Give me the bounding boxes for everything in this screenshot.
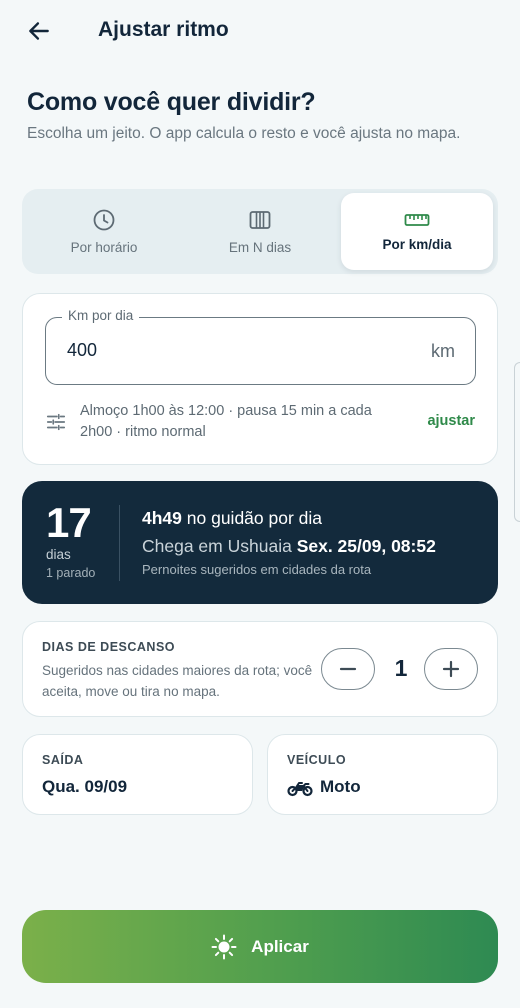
schedule-summary: Almoço 1h00 às 12:00 · pausa 15 min a ca… — [80, 403, 372, 440]
page-title: Ajustar ritmo — [98, 18, 229, 41]
rest-days-value: 1 — [394, 655, 408, 681]
apply-label: Aplicar — [251, 936, 309, 956]
km-per-day-input[interactable] — [67, 340, 367, 361]
rest-days-increment-button[interactable] — [424, 648, 478, 690]
vehicle-card[interactable]: VEÍCULO Moto — [267, 734, 498, 815]
mode-km-per-day[interactable]: Por km/dia — [341, 193, 493, 270]
scroll-indicator[interactable] — [514, 362, 520, 522]
ruler-icon — [404, 214, 430, 226]
departure-title: SAÍDA — [42, 753, 84, 767]
field-label: Km por dia — [62, 308, 140, 323]
mode-label: Por horário — [70, 240, 138, 255]
arrival-line: Chega em Ushuaia Sex. 25/09, 08:52 — [142, 536, 436, 557]
apply-button[interactable]: Aplicar — [22, 910, 498, 983]
days-unit: dias — [46, 547, 71, 562]
back-button[interactable] — [22, 14, 56, 48]
rest-days-card: DIAS DE DESCANSO Sugeridos nas cidades m… — [22, 621, 498, 717]
overnight-note: Pernoites sugeridos em cidades da rota — [142, 562, 372, 577]
plus-icon — [442, 660, 460, 678]
app-header: Ajustar ritmo — [0, 0, 520, 64]
mode-n-days[interactable]: Em N dias — [184, 193, 336, 270]
mode-segmented-control: Por horário Em N dias Por km/dia — [22, 189, 498, 274]
arrival-date: Sex. 25/09, 08:52 — [296, 536, 436, 556]
vehicle-title: VEÍCULO — [287, 753, 347, 767]
clock-icon — [93, 209, 115, 231]
trip-summary-card: 17 dias 1 parado 4h49 no guidão por dia … — [22, 481, 498, 604]
rest-days-description: Sugeridos nas cidades maiores da rota; v… — [42, 663, 313, 699]
vehicle-type: Moto — [320, 777, 361, 796]
tune-sliders-icon — [46, 413, 66, 431]
arrival-prefix: Chega em Ushuaia — [142, 536, 292, 556]
adjust-schedule-link[interactable]: ajustar — [427, 413, 475, 429]
minus-icon — [339, 667, 357, 671]
departure-card[interactable]: SAÍDA Qua. 09/09 — [22, 734, 253, 815]
motorcycle-icon — [287, 782, 313, 797]
ride-time-suffix: no guidão por dia — [186, 508, 323, 528]
section-heading: Como você quer dividir? — [27, 88, 316, 116]
rest-days-title: DIAS DE DESCANSO — [42, 640, 176, 654]
mode-label: Em N dias — [228, 240, 292, 255]
km-per-day-card: Km por dia km Almoço 1h00 às 12:00 · pau… — [22, 293, 498, 465]
km-per-day-field[interactable]: Km por dia km — [45, 308, 476, 385]
field-unit: km — [431, 341, 455, 361]
calendar-columns-icon — [249, 211, 271, 229]
departure-date: Qua. 09/09 — [42, 777, 128, 796]
arrow-left-icon — [29, 22, 49, 40]
section-subtitle: Escolha um jeito. O app calcula o resto … — [27, 125, 461, 142]
sun-icon — [211, 934, 237, 959]
rest-days-decrement-button[interactable] — [321, 648, 375, 690]
stopped-days: 1 parado — [46, 566, 96, 580]
divider — [119, 505, 120, 581]
mode-label: Por km/dia — [382, 237, 452, 252]
mode-by-time[interactable]: Por horário — [28, 193, 180, 270]
ride-time: 4h49 — [142, 508, 182, 528]
total-days: 17 — [46, 499, 92, 546]
ride-time-line: 4h49 no guidão por dia — [142, 508, 322, 529]
